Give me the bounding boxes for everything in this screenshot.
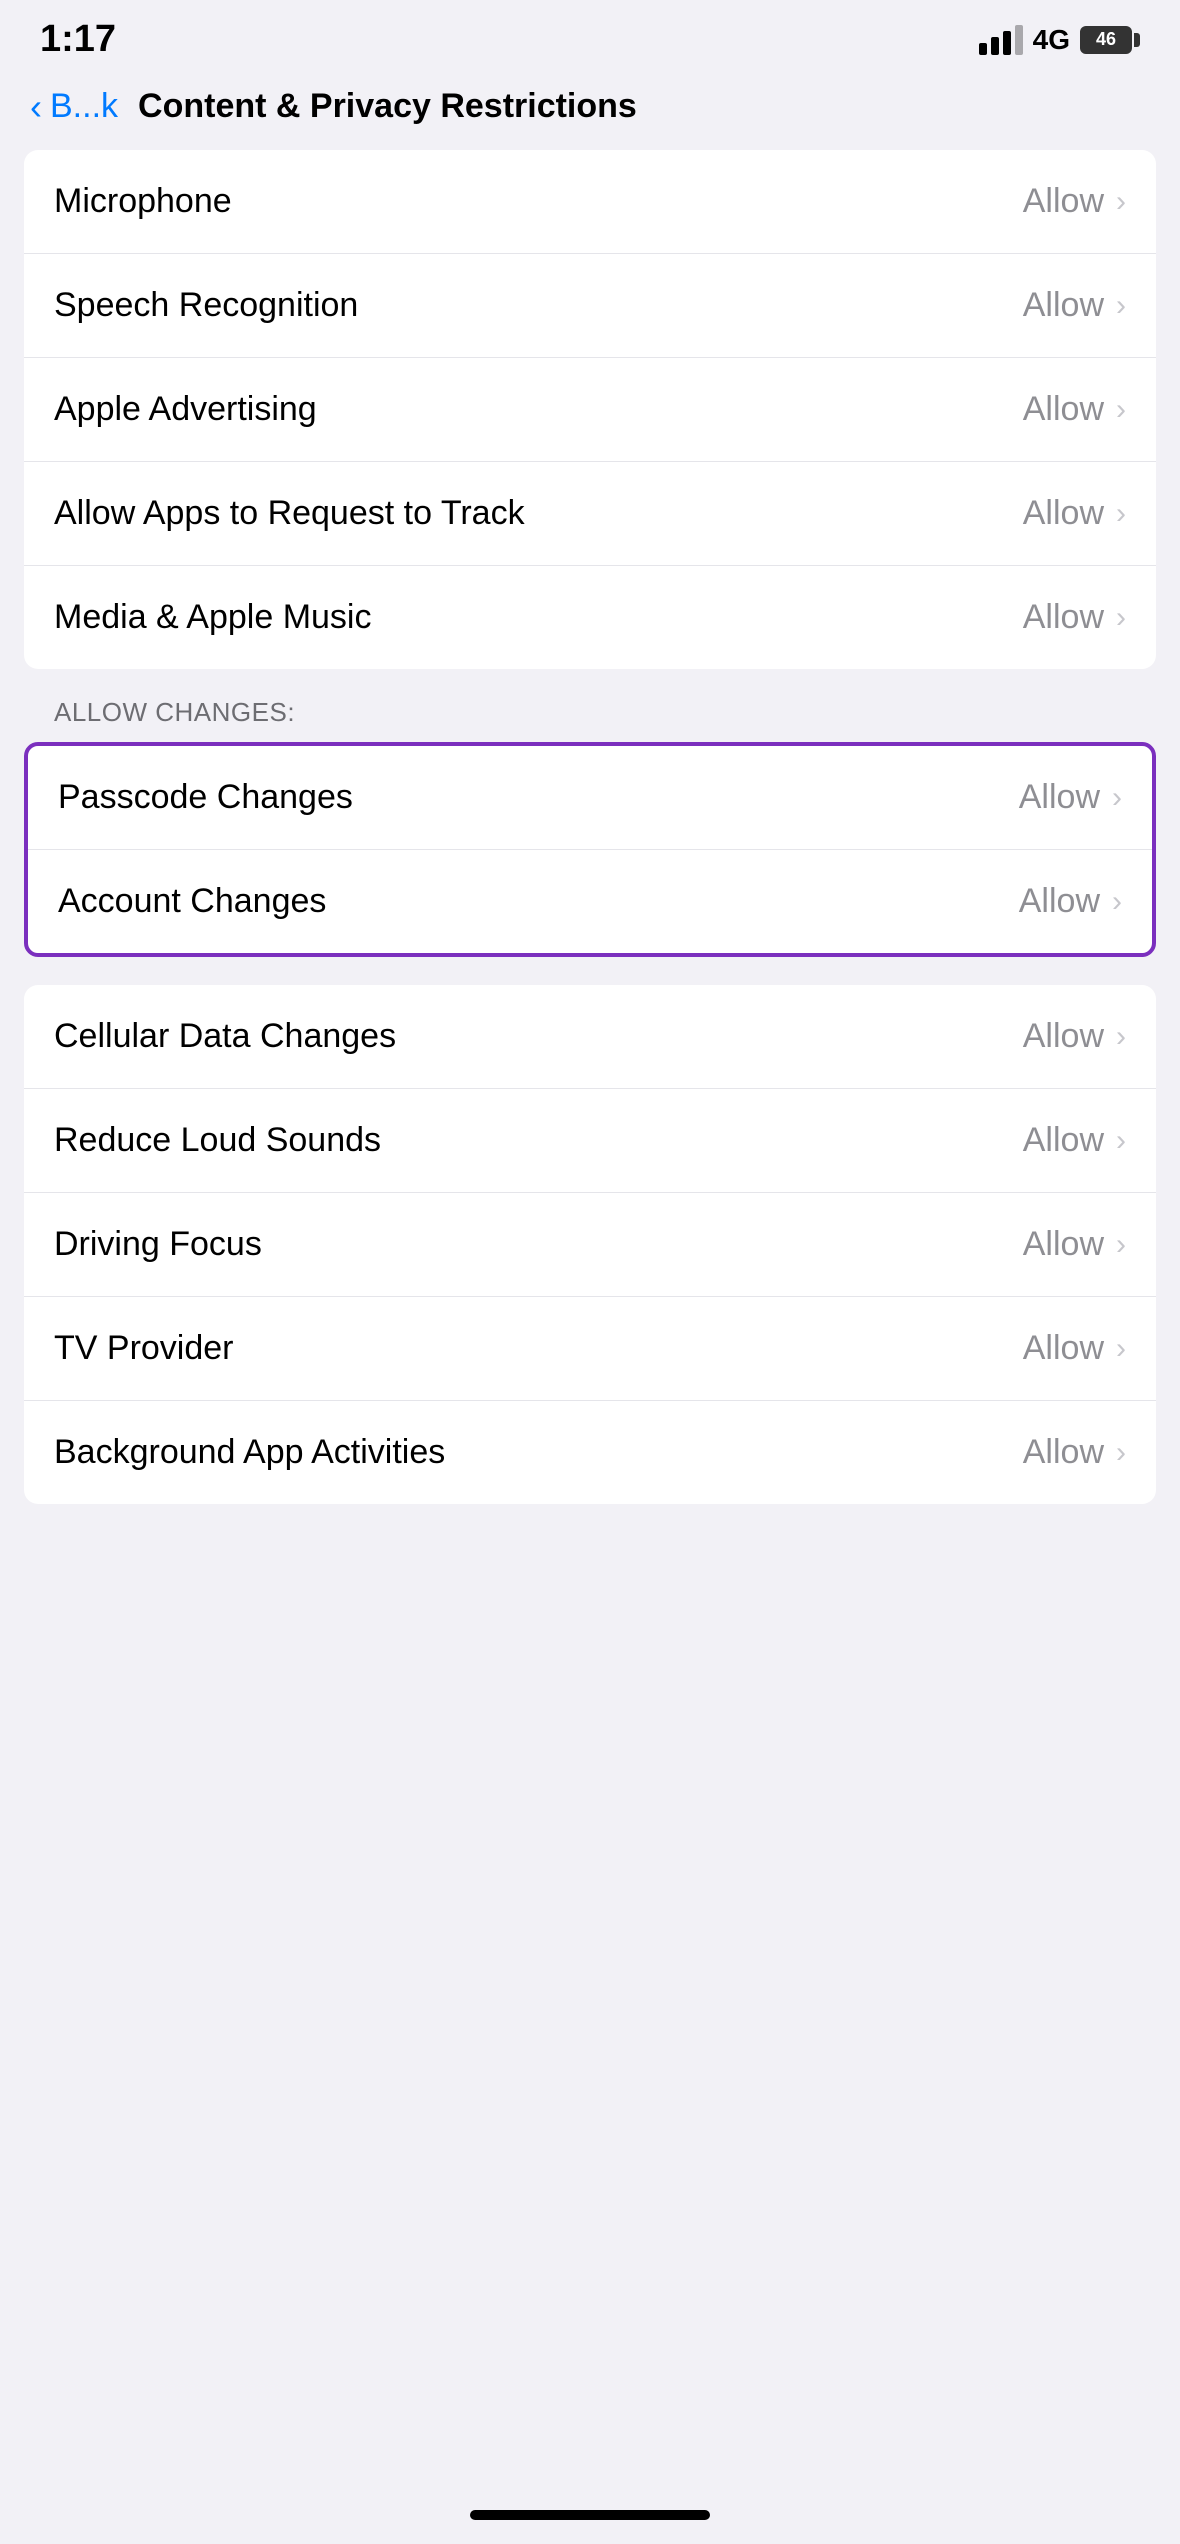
- speech-recognition-label: Speech Recognition: [54, 286, 358, 325]
- speech-recognition-value: Allow: [1023, 286, 1104, 325]
- driving-focus-value: Allow: [1023, 1225, 1104, 1264]
- passcode-changes-label: Passcode Changes: [58, 778, 353, 817]
- status-time: 1:17: [40, 18, 116, 61]
- status-icons: 4G 46: [979, 24, 1140, 56]
- nav-bar: ‹ B...k Content & Privacy Restrictions: [0, 71, 1180, 146]
- passcode-changes-value: Allow: [1019, 778, 1100, 817]
- main-content: Microphone Allow › Speech Recognition Al…: [0, 146, 1180, 1504]
- cellular-data-changes-value: Allow: [1023, 1017, 1104, 1056]
- allow-apps-track-row[interactable]: Allow Apps to Request to Track Allow ›: [24, 462, 1156, 566]
- speech-recognition-chevron-icon: ›: [1116, 289, 1126, 323]
- background-app-activities-label: Background App Activities: [54, 1433, 445, 1472]
- back-chevron-icon: ‹: [30, 89, 42, 125]
- allow-apps-track-value: Allow: [1023, 494, 1104, 533]
- microphone-row[interactable]: Microphone Allow ›: [24, 150, 1156, 254]
- reduce-loud-sounds-value: Allow: [1023, 1121, 1104, 1160]
- reduce-loud-sounds-label: Reduce Loud Sounds: [54, 1121, 381, 1160]
- passcode-changes-chevron-icon: ›: [1112, 781, 1122, 815]
- account-changes-label: Account Changes: [58, 882, 326, 921]
- apple-advertising-value: Allow: [1023, 390, 1104, 429]
- media-apple-music-row[interactable]: Media & Apple Music Allow ›: [24, 566, 1156, 669]
- apple-advertising-chevron-icon: ›: [1116, 393, 1126, 427]
- allow-apps-track-chevron-icon: ›: [1116, 497, 1126, 531]
- driving-focus-label: Driving Focus: [54, 1225, 262, 1264]
- tv-provider-chevron-icon: ›: [1116, 1332, 1126, 1366]
- cellular-data-changes-label: Cellular Data Changes: [54, 1017, 396, 1056]
- tv-provider-row[interactable]: TV Provider Allow ›: [24, 1297, 1156, 1401]
- microphone-chevron-icon: ›: [1116, 185, 1126, 219]
- status-bar: 1:17 4G 46: [0, 0, 1180, 71]
- page-title: Content & Privacy Restrictions: [138, 87, 637, 126]
- background-app-activities-row[interactable]: Background App Activities Allow ›: [24, 1401, 1156, 1504]
- apple-advertising-row[interactable]: Apple Advertising Allow ›: [24, 358, 1156, 462]
- back-button[interactable]: ‹ B...k: [30, 87, 118, 126]
- cellular-data-changes-row[interactable]: Cellular Data Changes Allow ›: [24, 985, 1156, 1089]
- microphone-label: Microphone: [54, 182, 232, 221]
- reduce-loud-sounds-row[interactable]: Reduce Loud Sounds Allow ›: [24, 1089, 1156, 1193]
- account-changes-row[interactable]: Account Changes Allow ›: [28, 850, 1152, 953]
- media-apple-music-value: Allow: [1023, 598, 1104, 637]
- driving-focus-chevron-icon: ›: [1116, 1228, 1126, 1262]
- driving-focus-row[interactable]: Driving Focus Allow ›: [24, 1193, 1156, 1297]
- account-changes-value: Allow: [1019, 882, 1100, 921]
- allow-changes-section: Cellular Data Changes Allow › Reduce Lou…: [24, 985, 1156, 1504]
- reduce-loud-sounds-chevron-icon: ›: [1116, 1124, 1126, 1158]
- background-app-activities-chevron-icon: ›: [1116, 1436, 1126, 1470]
- microphone-value: Allow: [1023, 182, 1104, 221]
- highlighted-section: Passcode Changes Allow › Account Changes…: [24, 742, 1156, 957]
- tv-provider-label: TV Provider: [54, 1329, 234, 1368]
- allow-apps-track-label: Allow Apps to Request to Track: [54, 494, 525, 533]
- media-apple-music-label: Media & Apple Music: [54, 598, 372, 637]
- privacy-section: Microphone Allow › Speech Recognition Al…: [24, 150, 1156, 669]
- apple-advertising-label: Apple Advertising: [54, 390, 317, 429]
- account-changes-chevron-icon: ›: [1112, 885, 1122, 919]
- speech-recognition-row[interactable]: Speech Recognition Allow ›: [24, 254, 1156, 358]
- cellular-data-changes-chevron-icon: ›: [1116, 1020, 1126, 1054]
- network-label: 4G: [1033, 24, 1070, 56]
- back-label: B...k: [50, 87, 118, 126]
- battery-level: 46: [1096, 29, 1116, 50]
- tv-provider-value: Allow: [1023, 1329, 1104, 1368]
- passcode-changes-row[interactable]: Passcode Changes Allow ›: [28, 746, 1152, 850]
- home-indicator: [470, 2510, 710, 2520]
- background-app-activities-value: Allow: [1023, 1433, 1104, 1472]
- signal-bars-icon: [979, 25, 1023, 55]
- media-apple-music-chevron-icon: ›: [1116, 601, 1126, 635]
- battery-icon: 46: [1080, 26, 1140, 54]
- allow-changes-header: Allow Changes:: [0, 697, 1180, 742]
